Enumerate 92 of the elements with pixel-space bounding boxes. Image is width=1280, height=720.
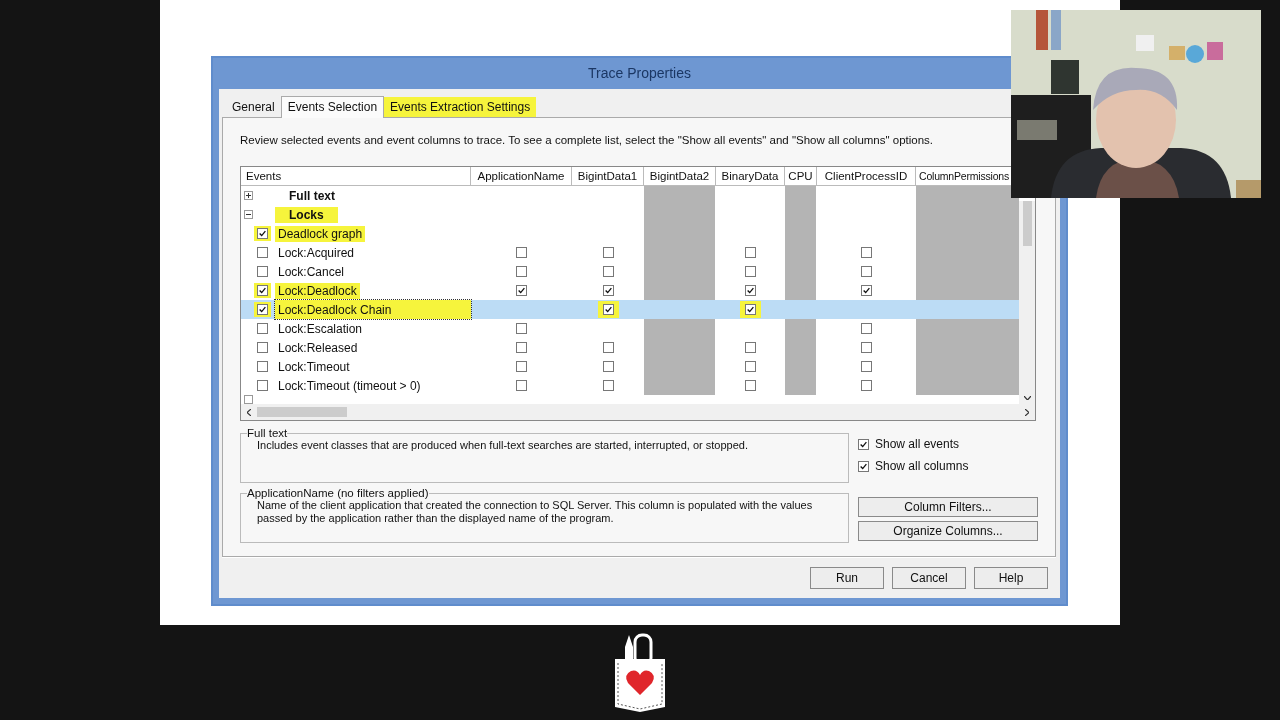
checkbox[interactable] bbox=[861, 361, 872, 372]
column-header[interactable]: CPU bbox=[785, 167, 817, 186]
collapse-icon[interactable] bbox=[244, 210, 253, 219]
tab[interactable]: General bbox=[226, 97, 281, 117]
checkbox[interactable] bbox=[861, 323, 872, 334]
checkbox[interactable] bbox=[257, 361, 268, 372]
event-name[interactable]: Lock:Escalation bbox=[275, 320, 366, 337]
checkbox[interactable] bbox=[858, 460, 869, 472]
checkbox-label[interactable]: Show all columns bbox=[875, 459, 969, 473]
group-title: Full text bbox=[247, 427, 288, 439]
unavailable-cell bbox=[644, 281, 716, 300]
selected-row[interactable]: Lock:Deadlock Chain bbox=[241, 300, 1019, 319]
event-name[interactable]: Lock:Cancel bbox=[275, 263, 348, 280]
checkbox-label[interactable]: Show all events bbox=[875, 437, 960, 451]
unavailable-cell bbox=[785, 376, 817, 395]
button[interactable]: Help bbox=[974, 567, 1048, 589]
checkbox[interactable] bbox=[516, 266, 527, 277]
checkbox[interactable] bbox=[745, 247, 756, 258]
event-name[interactable]: Lock:Deadlock Chain bbox=[275, 300, 471, 319]
unavailable-cell bbox=[785, 186, 817, 205]
checkbox[interactable] bbox=[516, 342, 527, 353]
checkbox[interactable] bbox=[516, 380, 527, 391]
scroll-thumb[interactable] bbox=[1022, 201, 1032, 246]
button[interactable]: Cancel bbox=[892, 567, 966, 589]
checkbox[interactable] bbox=[516, 285, 527, 296]
scroll-right-icon[interactable] bbox=[1025, 408, 1029, 416]
checkbox[interactable] bbox=[602, 266, 614, 277]
checkbox[interactable] bbox=[257, 323, 268, 334]
checkbox[interactable] bbox=[602, 380, 614, 391]
horizontal-scrollbar[interactable] bbox=[241, 404, 1035, 420]
event-name[interactable]: Lock:Timeout bbox=[275, 358, 353, 375]
window-title: Trace Properties bbox=[587, 64, 692, 83]
scroll-down-icon[interactable] bbox=[1023, 396, 1031, 400]
column-header[interactable]: BigintData1 bbox=[572, 167, 644, 186]
checkbox[interactable] bbox=[257, 304, 268, 315]
checkbox[interactable] bbox=[602, 285, 614, 296]
event-category[interactable]: Locks bbox=[275, 206, 338, 223]
checkbox[interactable] bbox=[745, 266, 756, 277]
checkbox[interactable] bbox=[861, 342, 872, 353]
column-header[interactable]: ClientProcessID bbox=[817, 167, 916, 186]
column-header[interactable]: Events bbox=[241, 167, 471, 186]
vertical-scrollbar[interactable] bbox=[1019, 201, 1035, 404]
checkbox[interactable] bbox=[602, 247, 614, 258]
expand-icon[interactable] bbox=[244, 191, 253, 200]
checkbox[interactable] bbox=[861, 285, 872, 296]
column-header[interactable]: ApplicationName bbox=[471, 167, 572, 186]
unavailable-cell bbox=[644, 319, 716, 338]
checkbox[interactable] bbox=[745, 342, 756, 353]
tab[interactable]: Events Extraction Settings bbox=[384, 97, 537, 117]
button[interactable]: Column Filters... bbox=[858, 497, 1038, 517]
checkbox[interactable] bbox=[257, 285, 268, 296]
checkbox[interactable] bbox=[257, 342, 268, 353]
event-name[interactable]: Deadlock graph bbox=[275, 225, 366, 242]
group-title: ApplicationName (no filters applied) bbox=[247, 487, 429, 499]
unavailable-cell bbox=[644, 376, 716, 395]
checkbox[interactable] bbox=[257, 266, 268, 277]
checkbox[interactable] bbox=[745, 304, 756, 315]
event-name[interactable]: Lock:Acquired bbox=[275, 244, 358, 261]
checkbox[interactable] bbox=[861, 380, 872, 391]
instruction-text: Review selected events and event columns to trace. To see a complete list, select the "Show all events" and "Show all columns" options. bbox=[240, 134, 935, 148]
checkbox[interactable] bbox=[861, 266, 872, 277]
event-name[interactable]: Lock:Released bbox=[275, 339, 361, 356]
event-category[interactable]: Full text bbox=[275, 187, 349, 204]
description-text: Includes event classes that are produced when full-text searches are started, interrupted, or stopped. bbox=[257, 439, 749, 452]
column-header[interactable]: BigintData2 bbox=[644, 167, 716, 186]
event-name[interactable]: Lock:Deadlock bbox=[275, 282, 360, 299]
checkbox[interactable] bbox=[257, 247, 268, 258]
unavailable-cell bbox=[785, 319, 817, 338]
button[interactable]: Organize Columns... bbox=[858, 521, 1038, 541]
tab[interactable]: Events Selection bbox=[280, 96, 385, 118]
pocket-logo-icon bbox=[613, 633, 667, 713]
checkbox[interactable] bbox=[858, 438, 869, 450]
checkbox[interactable] bbox=[861, 247, 872, 258]
checkbox[interactable] bbox=[257, 228, 268, 239]
checkbox[interactable] bbox=[745, 380, 756, 391]
scroll-thumb[interactable] bbox=[257, 407, 347, 417]
checkbox[interactable] bbox=[745, 361, 756, 372]
checkbox[interactable] bbox=[516, 247, 527, 258]
event-name[interactable]: Lock:Timeout (timeout > 0) bbox=[275, 377, 424, 394]
checkbox[interactable] bbox=[602, 361, 614, 372]
checkbox[interactable] bbox=[602, 342, 614, 353]
button[interactable]: Run bbox=[810, 567, 884, 589]
checkbox[interactable] bbox=[257, 380, 268, 391]
description-text: Name of the client application that created the connection to SQL Server. This column is populated with the values passed by the application rather than the displayed name of the program. bbox=[257, 499, 814, 525]
checkbox[interactable] bbox=[516, 361, 527, 372]
column-header[interactable]: BinaryData bbox=[716, 167, 785, 186]
checkbox[interactable] bbox=[516, 323, 527, 334]
checkbox[interactable] bbox=[602, 304, 614, 315]
unavailable-cell bbox=[644, 186, 716, 205]
checkbox[interactable] bbox=[745, 285, 756, 296]
scroll-left-icon[interactable] bbox=[247, 408, 251, 416]
unavailable-cell bbox=[785, 281, 817, 300]
